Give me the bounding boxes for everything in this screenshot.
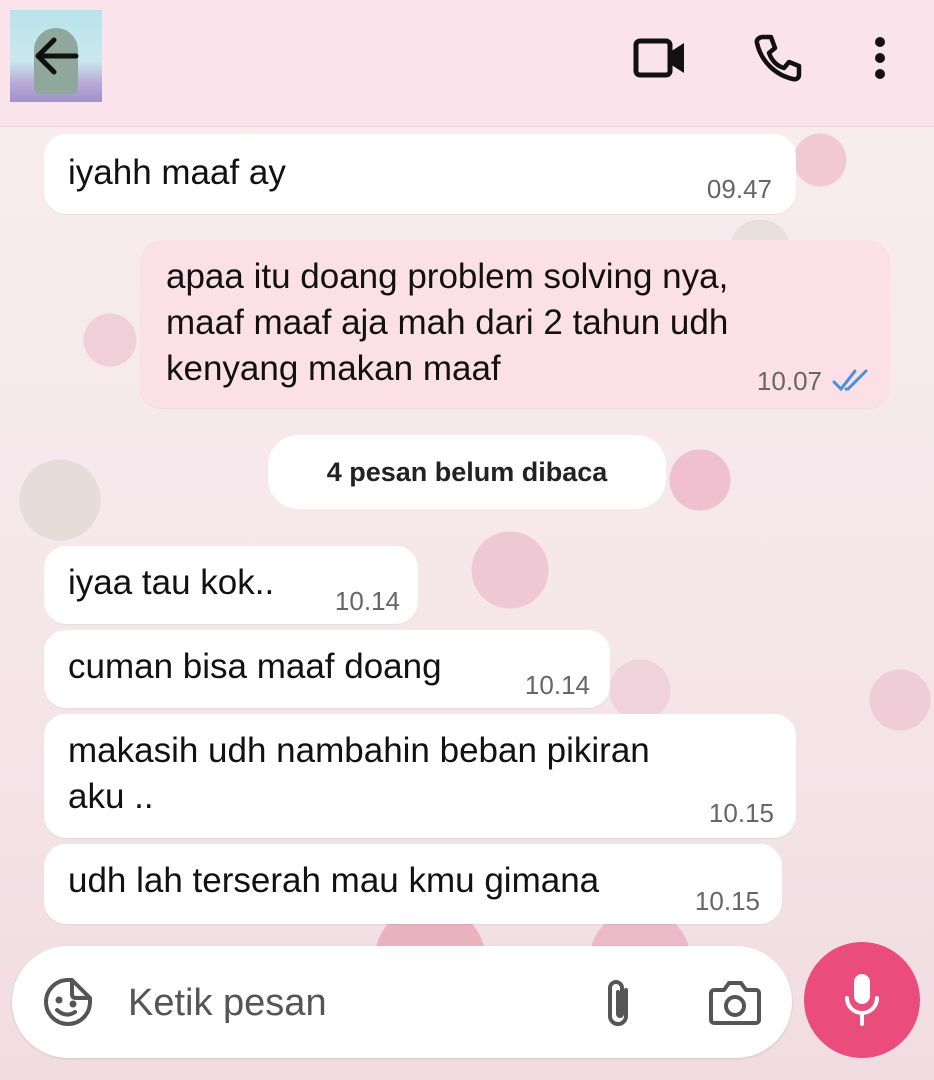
unread-messages-notice: 4 pesan belum dibaca <box>268 435 666 509</box>
message-time: 10.07 <box>756 366 822 396</box>
more-vertical-icon <box>875 37 885 79</box>
message-composer <box>12 946 792 1058</box>
voice-call-button[interactable] <box>748 30 808 86</box>
arrow-left-icon <box>35 37 79 75</box>
message-time: 10.14 <box>334 586 400 616</box>
message-text: makasih udh nambahin beban pikiran aku .… <box>68 731 650 816</box>
message-text: iyahh maaf ay <box>68 153 286 192</box>
message-bubble-outgoing[interactable]: apaa itu doang problem solving nya, maaf… <box>140 240 890 408</box>
message-text: apaa itu doang problem solving nya, maaf… <box>166 257 729 388</box>
message-input[interactable] <box>126 972 570 1034</box>
video-camera-icon <box>633 38 684 78</box>
message-bubble-incoming[interactable]: udh lah terserah mau kmu gimana 10.15 <box>44 844 782 924</box>
camera-button[interactable] <box>708 978 762 1026</box>
message-time: 09.47 <box>706 174 772 204</box>
video-call-button[interactable] <box>630 30 690 86</box>
phone-icon <box>754 34 802 82</box>
paperclip-icon <box>608 980 628 1026</box>
double-check-icon <box>832 369 868 392</box>
message-text: iyaa tau kok.. <box>68 563 275 602</box>
camera-icon <box>709 981 761 1025</box>
message-time: 10.15 <box>708 798 774 828</box>
attach-button[interactable] <box>598 976 638 1030</box>
message-bubble-incoming[interactable]: iyahh maaf ay 09.47 <box>44 134 796 214</box>
back-button[interactable] <box>30 34 82 78</box>
more-options-button[interactable] <box>850 30 910 86</box>
message-time: 10.14 <box>524 670 590 700</box>
sticker-icon <box>44 978 92 1026</box>
message-bubble-incoming[interactable]: iyaa tau kok.. 10.14 <box>44 546 418 624</box>
microphone-icon <box>845 974 879 1026</box>
message-text: udh lah terserah mau kmu gimana <box>68 861 600 900</box>
message-bubble-incoming[interactable]: makasih udh nambahin beban pikiran aku .… <box>44 714 796 838</box>
chat-header <box>0 0 934 127</box>
sticker-button[interactable] <box>42 976 94 1028</box>
message-text: cuman bisa maaf doang <box>68 647 442 686</box>
message-time: 10.15 <box>694 886 760 916</box>
voice-record-button[interactable] <box>804 942 920 1058</box>
message-bubble-incoming[interactable]: cuman bisa maaf doang 10.14 <box>44 630 610 708</box>
